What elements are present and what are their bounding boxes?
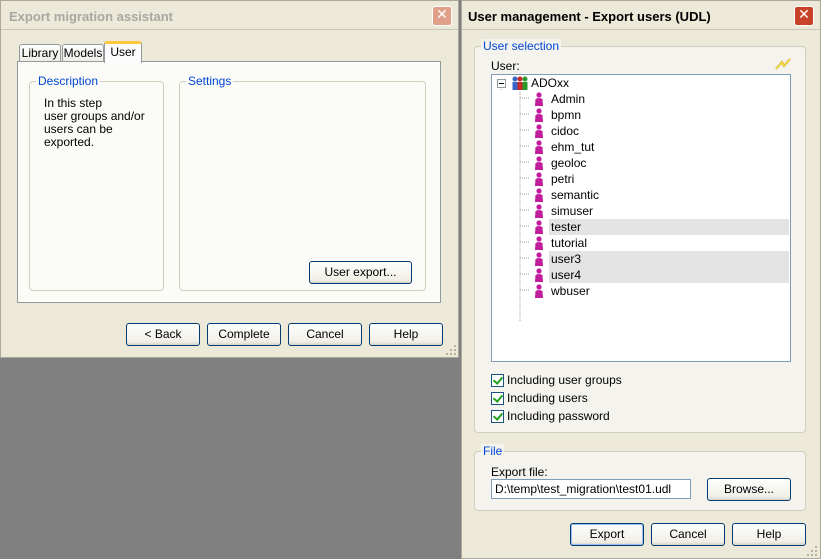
including-user-groups-checkbox[interactable]	[491, 374, 504, 387]
tree-user-label: cidoc	[551, 124, 580, 138]
tree-user-label: tester	[551, 220, 582, 234]
tree-user-item[interactable]: Admin	[535, 91, 789, 107]
title-bar: User management - Export users (UDL) ✕	[462, 1, 820, 30]
tab-library[interactable]: Library	[19, 44, 61, 62]
including-password-checkbox[interactable]	[491, 410, 504, 423]
including-password-label: Including password	[507, 409, 610, 423]
description-line: users can be	[44, 122, 113, 136]
tree-user-label: user4	[551, 268, 582, 282]
including-users-label: Including users	[507, 391, 588, 405]
including-users-checkbox[interactable]	[491, 392, 504, 405]
window-title: Export migration assistant	[9, 9, 173, 24]
user-icon	[535, 252, 543, 266]
tree-user-label: wbuser	[551, 284, 590, 298]
export-users-window: User management - Export users (UDL) ✕ U…	[461, 0, 821, 559]
tree-user-label: ehm_tut	[551, 140, 595, 154]
tree-user-item[interactable]: ehm_tut	[535, 139, 789, 155]
help-button[interactable]: Help	[369, 323, 443, 346]
title-bar: Export migration assistant ✕	[1, 1, 458, 30]
tree-user-label: tutorial	[551, 236, 588, 250]
resize-grip-icon[interactable]	[445, 344, 457, 356]
tab-content-panel: Description In this step user groups and…	[17, 61, 441, 303]
tree-user-item[interactable]: petri	[535, 171, 789, 187]
user-icon	[535, 124, 543, 138]
tree-user-item[interactable]: user3	[535, 251, 789, 267]
user-selection-group: User selection User: ADOxx Admin bpmn ci…	[474, 39, 806, 433]
cancel-button[interactable]: Cancel	[288, 323, 362, 346]
description-line: exported.	[44, 135, 95, 149]
tree-root-label[interactable]: ADOxx	[531, 76, 569, 90]
tree-user-item[interactable]: semantic	[535, 187, 789, 203]
description-line: user groups and/or	[44, 109, 145, 123]
export-file-label: Export file:	[491, 465, 548, 479]
tree-user-item[interactable]: tester	[535, 219, 789, 235]
browse-button[interactable]: Browse...	[707, 478, 791, 501]
back-button[interactable]: < Back	[126, 323, 200, 346]
tree-user-label: semantic	[551, 188, 600, 202]
user-icon	[535, 108, 543, 122]
close-icon[interactable]: ✕	[794, 6, 814, 26]
tree-user-label: geoloc	[551, 156, 587, 170]
user-icon	[535, 268, 543, 282]
user-tree[interactable]: ADOxx Admin bpmn cidoc ehm_tutgeoloc petri se…	[491, 74, 791, 362]
user-icon	[535, 188, 543, 202]
tree-user-label: bpmn	[551, 108, 582, 122]
complete-button[interactable]: Complete	[207, 323, 281, 346]
user-icon	[535, 156, 543, 170]
tab-user[interactable]: User	[104, 41, 142, 63]
user-export-button[interactable]: User export...	[309, 261, 412, 284]
resize-grip-icon[interactable]	[806, 545, 818, 557]
export-file-input[interactable]: D:\temp\test_migration\test01.udl	[491, 479, 691, 499]
cancel-button[interactable]: Cancel	[651, 523, 725, 546]
file-group: File Export file: D:\temp\test_migration…	[474, 444, 806, 511]
tree-user-item[interactable]: simuser	[535, 203, 789, 219]
tree-user-item[interactable]: tutorial	[535, 235, 789, 251]
lightning-icon[interactable]	[775, 58, 791, 70]
user-icon	[535, 284, 543, 298]
user-icon	[535, 204, 543, 218]
tree-user-item[interactable]: cidoc	[535, 123, 789, 139]
user-icon	[535, 220, 543, 234]
user-group-icon	[512, 76, 528, 90]
tree-user-item[interactable]: bpmn	[535, 107, 789, 123]
tree-user-item[interactable]: wbuser	[535, 283, 789, 299]
tree-user-item[interactable]: user4	[535, 267, 789, 283]
tree-user-label: petri	[551, 172, 575, 186]
description-line: In this step	[44, 96, 103, 110]
user-icon	[535, 92, 543, 106]
tree-collapse-icon[interactable]	[497, 79, 506, 88]
user-label: User:	[491, 59, 520, 73]
file-legend: File	[481, 444, 505, 458]
settings-group: Settings User export...	[179, 74, 426, 291]
user-icon	[535, 172, 543, 186]
close-icon[interactable]: ✕	[432, 6, 452, 26]
help-button[interactable]: Help	[732, 523, 806, 546]
settings-legend: Settings	[186, 74, 234, 88]
including-user-groups-label: Including user groups	[507, 373, 622, 387]
user-icon	[535, 140, 543, 154]
tab-models[interactable]: Models	[62, 44, 104, 62]
tree-user-item[interactable]: geoloc	[535, 155, 789, 171]
window-title: User management - Export users (UDL)	[468, 9, 711, 24]
export-migration-assistant-window: Export migration assistant ✕ Library Mod…	[0, 0, 459, 358]
user-icon	[535, 236, 543, 250]
description-group: Description In this step user groups and…	[29, 74, 164, 291]
tree-user-label: simuser	[551, 204, 594, 218]
export-button[interactable]: Export	[570, 523, 644, 546]
tree-user-label: user3	[551, 252, 582, 266]
tree-user-label: Admin	[551, 92, 586, 106]
user-selection-legend: User selection	[481, 39, 562, 53]
description-legend: Description	[36, 74, 101, 88]
